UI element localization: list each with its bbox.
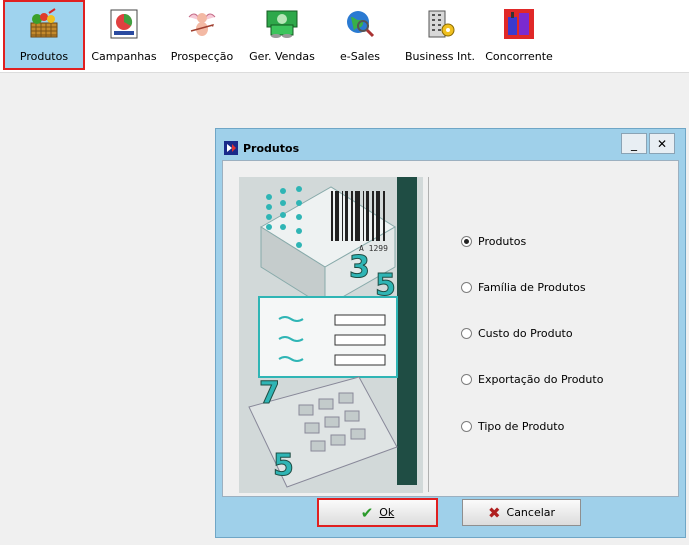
radio-selected-icon	[461, 236, 472, 247]
radio-produtos-label: Produtos	[478, 235, 527, 248]
radio-familia-de-produtos[interactable]: Família de Produtos	[461, 281, 586, 294]
radio-tipo-de-produto[interactable]: Tipo de Produto	[461, 420, 564, 433]
building-gear-icon	[423, 7, 457, 41]
radio-produtos[interactable]: Produtos	[461, 235, 526, 248]
campaign-icon	[107, 7, 141, 41]
x-icon: ✖	[487, 503, 501, 522]
radio-exportacao-do-produto[interactable]: Exportação do Produto	[461, 373, 603, 386]
basket-icon	[27, 7, 61, 41]
toolbar-ger-vendas-button[interactable]: Ger. Vendas	[247, 0, 317, 70]
minimize-button[interactable]: _	[621, 133, 647, 154]
dialog-titlebar[interactable]: Produtos _ ✕	[216, 129, 685, 159]
toolbar-ger-vendas-label: Ger. Vendas	[249, 50, 315, 63]
ok-label: Ok	[379, 506, 395, 519]
toolbar-produtos-label: Produtos	[19, 50, 69, 63]
close-icon: ✕	[656, 136, 668, 151]
radio-unselected-icon	[461, 374, 472, 385]
produtos-dialog: Produtos _ ✕ A 1299 3 5 7 5 Produtos Fam…	[215, 128, 686, 538]
ok-button[interactable]: ✔ Ok	[317, 498, 438, 527]
radio-custo-do-produto[interactable]: Custo do Produto	[461, 327, 573, 340]
toolbar-business-int-label: Business Int.	[404, 50, 476, 63]
toolbar-prospeccao-label: Prospecção	[170, 50, 234, 63]
products-illustration: A 1299 3 5 7 5	[239, 177, 423, 493]
toolbar-campanhas-button[interactable]: Campanhas	[89, 0, 159, 70]
radio-unselected-icon	[461, 421, 472, 432]
radio-tipo-label: Tipo de Produto	[478, 420, 565, 433]
cancel-button[interactable]: ✖ Cancelar	[462, 499, 581, 526]
vertical-divider	[428, 177, 429, 492]
radio-custo-label: Custo do Produto	[478, 327, 573, 340]
radio-familia-label: Família de Produtos	[478, 281, 586, 294]
factory-icon	[502, 7, 536, 41]
toolbar: Produtos Campanhas Prospecção Ger. Venda…	[0, 0, 689, 73]
checkmark-icon: ✔	[360, 503, 374, 522]
toolbar-concorrente-button[interactable]: Concorrente	[485, 0, 553, 70]
toolbar-campanhas-label: Campanhas	[91, 50, 157, 63]
dialog-title: Produtos	[243, 142, 300, 155]
toolbar-concorrente-label: Concorrente	[485, 50, 553, 63]
toolbar-e-sales-button[interactable]: e-Sales	[333, 0, 387, 70]
close-button[interactable]: ✕	[649, 133, 675, 154]
globe-search-icon	[343, 7, 377, 41]
art-digit-3: 3	[349, 250, 370, 285]
art-digit-7: 7	[259, 376, 280, 411]
cupid-icon	[185, 7, 219, 41]
money-icon	[265, 7, 299, 41]
dialog-body: A 1299 3 5 7 5 Produtos Família de Produ…	[222, 160, 679, 497]
toolbar-e-sales-label: e-Sales	[339, 50, 380, 63]
radio-unselected-icon	[461, 328, 472, 339]
minimize-icon: _	[631, 136, 637, 151]
radio-exportacao-label: Exportação do Produto	[478, 373, 604, 386]
radio-unselected-icon	[461, 282, 472, 293]
toolbar-business-int-button[interactable]: Business Int.	[404, 0, 476, 70]
art-digit-5b: 5	[273, 448, 294, 483]
toolbar-prospeccao-button[interactable]: Prospecção	[168, 0, 236, 70]
toolbar-produtos-button[interactable]: Produtos	[3, 0, 85, 70]
cancel-label: Cancelar	[506, 506, 556, 519]
app-icon	[224, 141, 238, 155]
